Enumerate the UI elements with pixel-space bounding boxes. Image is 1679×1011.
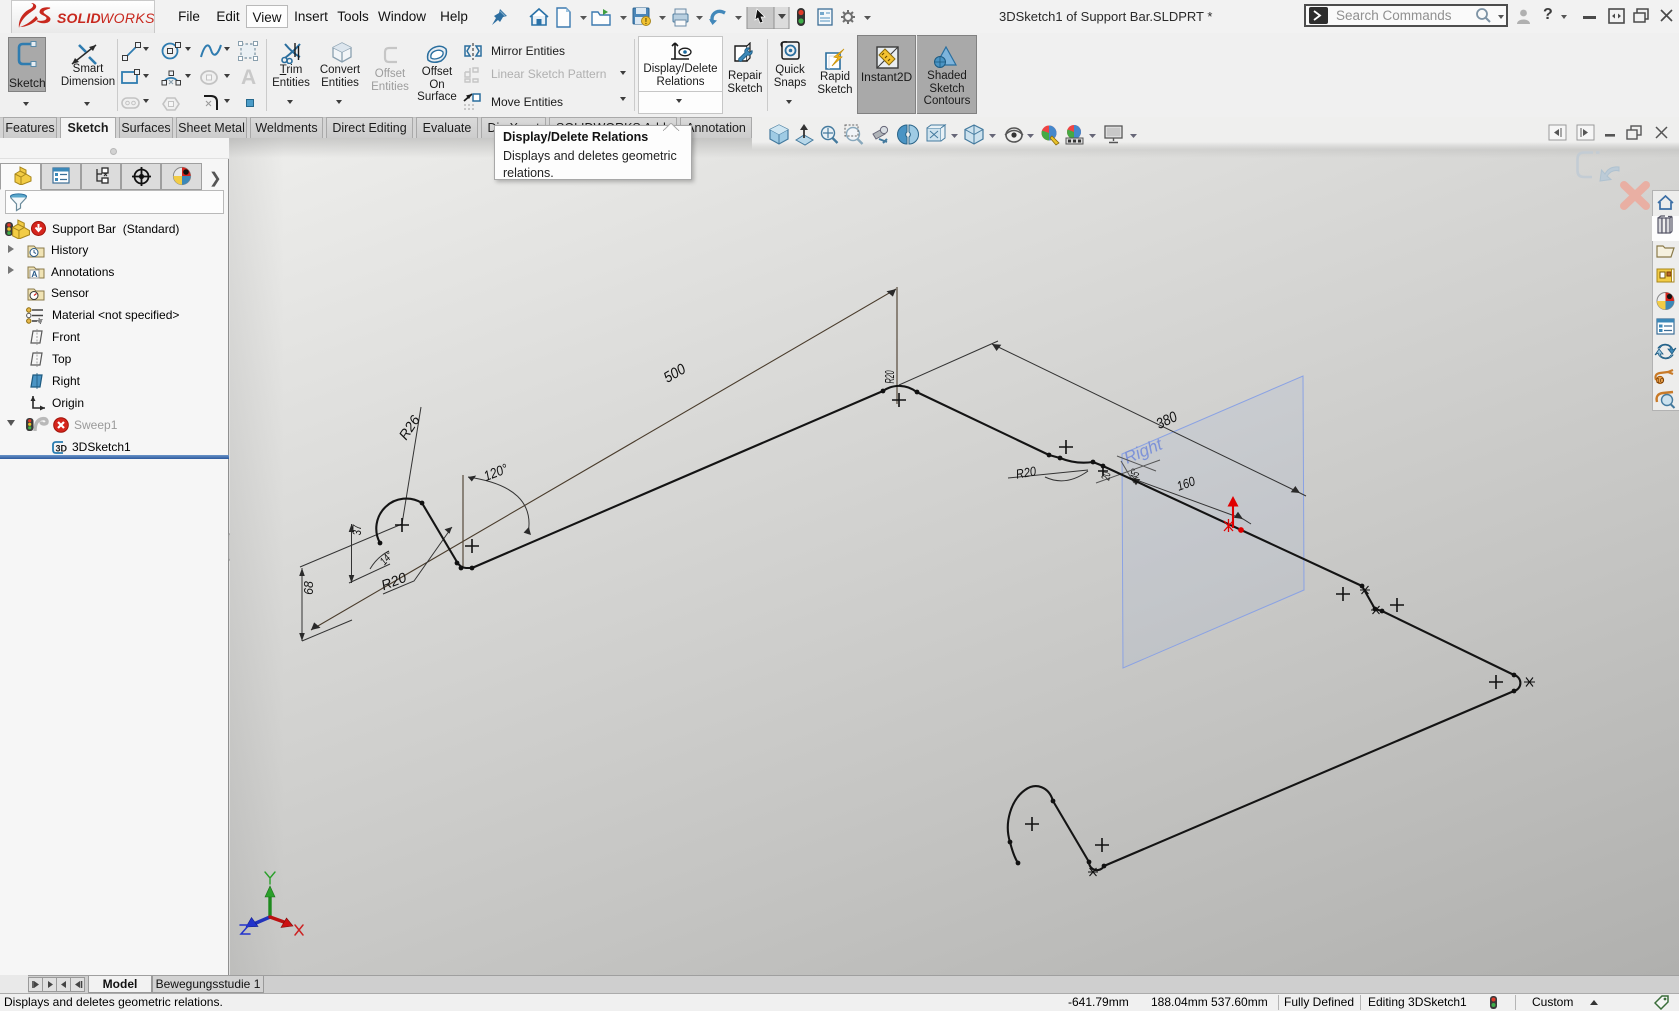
svg-text:!: ! [645, 17, 648, 26]
svg-text:120°: 120° [481, 460, 510, 484]
svg-text:37: 37 [351, 524, 364, 536]
svg-text:500: 500 [661, 361, 689, 387]
svg-text:380: 380 [1153, 407, 1180, 432]
svg-text:R20: R20 [379, 569, 409, 593]
svg-text:SOLID: SOLID [57, 10, 101, 26]
svg-text:14°: 14° [378, 550, 396, 568]
svg-text:A: A [31, 269, 37, 279]
svg-text:3D: 3D [56, 444, 68, 454]
svg-text:WORKS: WORKS [100, 10, 154, 26]
svg-text:R20: R20 [1015, 463, 1038, 481]
svg-text:R20: R20 [884, 370, 898, 383]
svg-text:10: 10 [1656, 378, 1664, 385]
svg-text:68: 68 [302, 581, 316, 595]
